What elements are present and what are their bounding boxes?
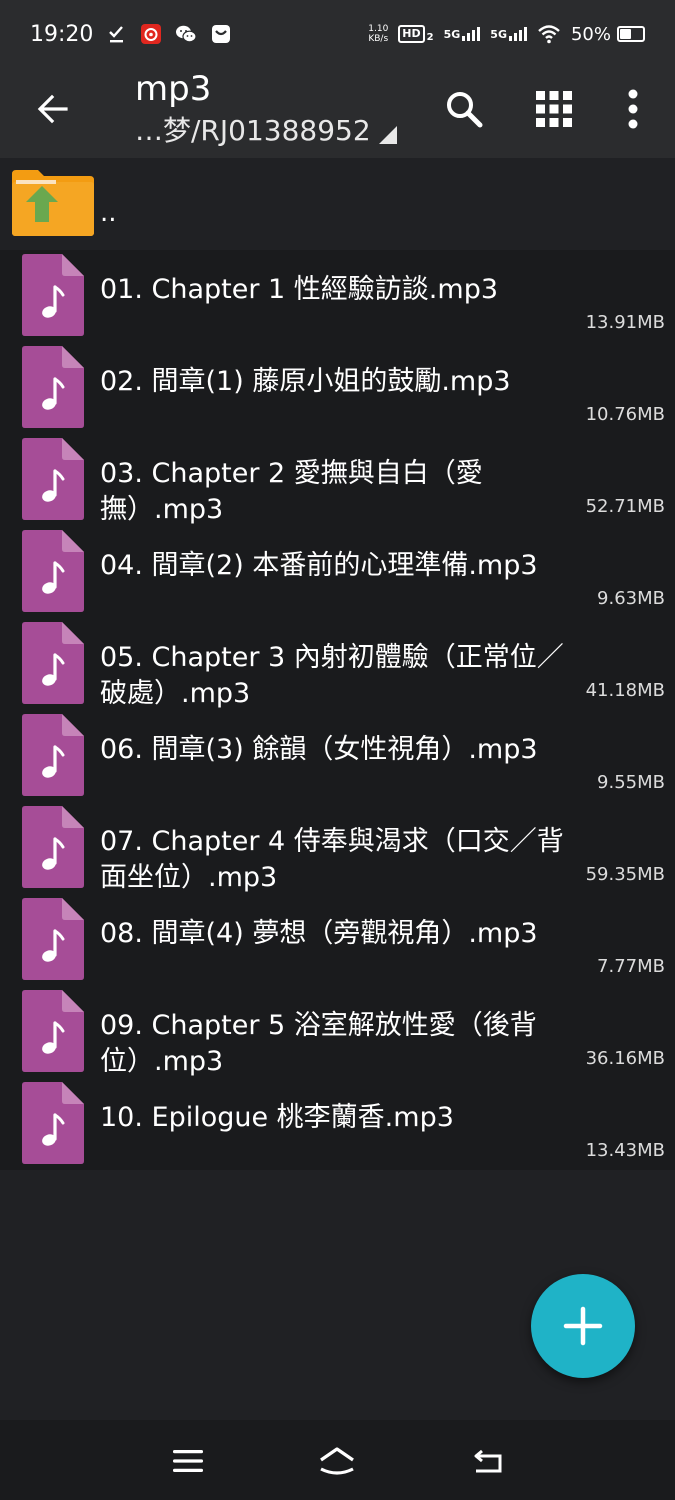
audio-file-icon [22,438,84,520]
battery: 50% [571,24,645,45]
hd-indicator: HD 2 [398,25,434,43]
home-icon[interactable] [314,1438,360,1484]
file-size: 59.35MB [585,864,665,885]
net-speed: 1.10 KB/s [368,24,388,44]
audio-file-icon [22,990,84,1072]
path-selector[interactable]: …梦/RJ01388952 [135,114,397,148]
app-bar: mp3 …梦/RJ01388952 [0,68,675,158]
download-done-icon [107,24,127,44]
file-size: 9.55MB [597,772,665,793]
add-fab-button[interactable] [531,1274,635,1378]
file-size: 9.63MB [597,588,665,609]
more-vert-icon[interactable] [606,82,660,136]
signal-1: 5G [444,27,481,41]
folder-up-icon [12,170,94,236]
navigation-bar [0,1420,675,1500]
title-block[interactable]: mp3 …梦/RJ01388952 [135,68,397,148]
message-icon [211,24,231,44]
audio-file-icon [22,254,84,336]
file-name: 04. 間章(2) 本番前的心理準備.mp3 [100,550,538,581]
battery-percent: 50% [570,23,611,45]
audio-file-icon [22,622,84,704]
netease-music-icon [141,24,162,44]
file-size: 13.43MB [585,1140,665,1161]
status-left: 19:20 [30,22,231,47]
file-name: 07. Chapter 4 侍奉與渴求（口交／背面坐位）.mp3 [100,826,564,893]
file-name: 09. Chapter 5 浴室解放性愛（後背位）.mp3 [100,1010,537,1077]
file-name: 08. 間章(4) 夢想（旁觀視角）.mp3 [100,918,538,949]
back-icon[interactable] [465,1438,511,1484]
search-icon[interactable] [437,82,491,136]
file-row[interactable]: 02. 間章(1) 藤原小姐的鼓勵.mp3 10.76MB [0,342,675,434]
file-size: 13.91MB [585,312,665,333]
file-size: 41.18MB [585,680,665,701]
audio-file-icon [22,714,84,796]
folder-path: …梦/RJ01388952 [135,114,371,147]
audio-file-icon [22,346,84,428]
file-row[interactable]: 08. 間章(4) 夢想（旁觀視角）.mp3 7.77MB [0,894,675,986]
audio-file-icon [22,530,84,612]
file-row[interactable]: 10. Epilogue 桃李蘭香.mp3 13.43MB [0,1078,675,1170]
file-size: 10.76MB [585,404,665,425]
file-name: 02. 間章(1) 藤原小姐的鼓勵.mp3 [100,366,511,397]
file-name: 03. Chapter 2 愛撫與自白（愛撫）.mp3 [100,458,483,525]
audio-file-icon [22,1082,84,1164]
hd-sub: 2 [426,32,434,43]
folder-title: mp3 [135,69,212,109]
audio-file-icon [22,806,84,888]
menu-icon[interactable] [165,1438,211,1484]
signal-bars-icon [508,27,527,41]
file-row[interactable]: 03. Chapter 2 愛撫與自白（愛撫）.mp3 52.71MB [0,434,675,526]
file-name: 01. Chapter 1 性經驗訪談.mp3 [100,274,499,305]
file-size: 36.16MB [585,1048,665,1069]
file-row[interactable]: 01. Chapter 1 性經驗訪談.mp3 13.91MB [0,250,675,342]
signal-1-label: 5G [443,28,461,41]
hd-label: HD [398,25,425,43]
signal-2-label: 5G [490,28,507,41]
file-name: 05. Chapter 3 內射初體驗（正常位／破處）.mp3 [100,642,564,709]
back-arrow-icon[interactable] [30,86,76,132]
net-speed-value: 1.10 [368,24,389,34]
battery-icon [617,26,645,42]
file-row[interactable]: 06. 間章(3) 餘韻（女性視角）.mp3 9.55MB [0,710,675,802]
wifi-icon [537,24,561,44]
file-name: 10. Epilogue 桃李蘭香.mp3 [100,1102,454,1133]
plus-icon [563,1306,603,1346]
grid-view-icon[interactable] [527,82,581,136]
file-row[interactable]: 04. 間章(2) 本番前的心理準備.mp3 9.63MB [0,526,675,618]
status-right: 1.10 KB/s HD 2 5G 5G 50% [368,24,645,45]
file-size: 52.71MB [585,496,665,517]
signal-bars-icon [462,27,481,41]
file-name: 06. 間章(3) 餘韻（女性視角）.mp3 [100,734,538,765]
signal-2: 5G [490,27,527,41]
dropdown-triangle-icon [378,126,397,144]
net-speed-unit: KB/s [368,34,389,44]
file-row[interactable]: 05. Chapter 3 內射初體驗（正常位／破處）.mp3 41.18MB [0,618,675,710]
file-row[interactable]: 09. Chapter 5 浴室解放性愛（後背位）.mp3 36.16MB [0,986,675,1078]
status-bar: 19:20 1.10 KB/s HD 2 5G 5G 50% [0,0,675,68]
wechat-icon [175,24,198,44]
audio-file-icon [22,898,84,980]
file-list: .. 01. Chapter 1 性經驗訪談.mp3 13.91MB 02. 間章(… [0,158,675,1420]
parent-directory-label: .. [100,198,117,228]
file-size: 7.77MB [597,956,665,977]
parent-directory-row[interactable]: .. [0,158,675,246]
status-time: 19:20 [30,21,94,47]
battery-fill [620,29,631,39]
file-row[interactable]: 07. Chapter 4 侍奉與渴求（口交／背面坐位）.mp3 59.35MB [0,802,675,894]
